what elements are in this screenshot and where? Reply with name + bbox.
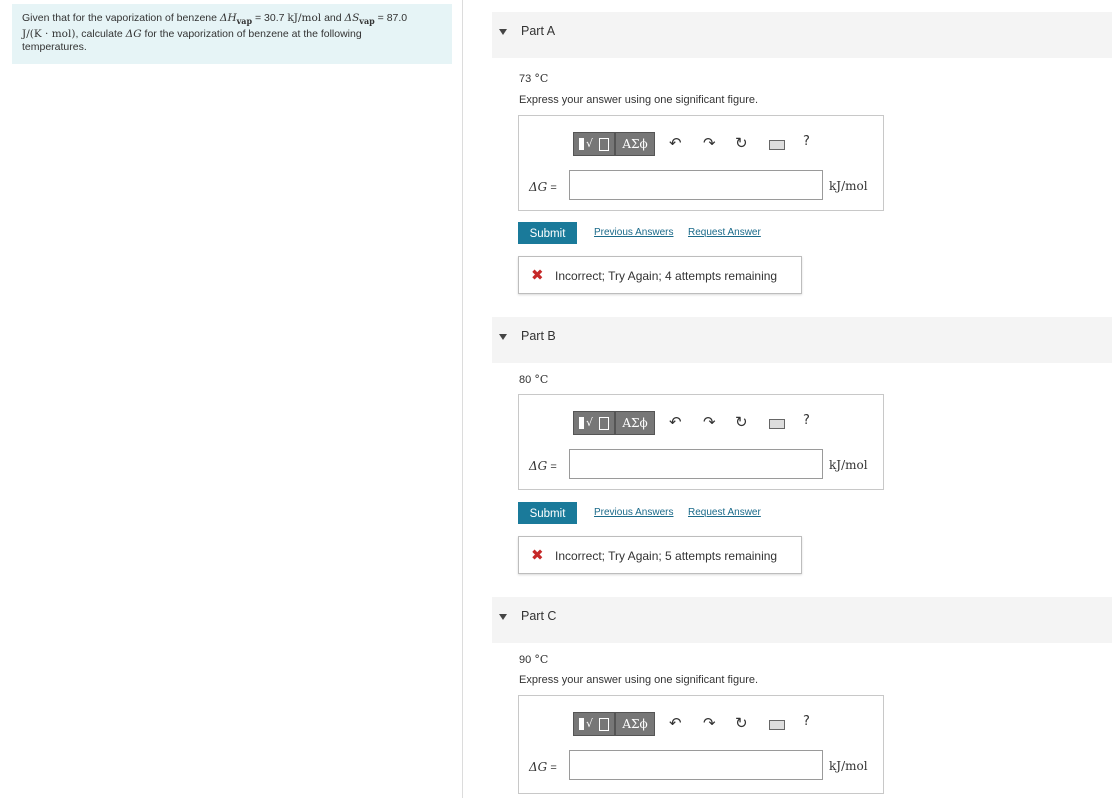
answer-input[interactable] bbox=[569, 449, 823, 479]
undo-icon[interactable]: ↶ bbox=[669, 413, 682, 431]
part-c-label: Part C bbox=[521, 609, 557, 623]
temp-value: 90 bbox=[519, 654, 532, 666]
redo-icon[interactable]: ↷ bbox=[703, 134, 716, 152]
redo-icon[interactable]: ↷ bbox=[703, 413, 716, 431]
templates-button[interactable]: √ bbox=[573, 712, 615, 736]
answer-unit: kJ/mol bbox=[829, 759, 868, 773]
part-c-answer-box: √ ΑΣϕ ↶ ↷ ↻ ? ΔG = kJ/mol bbox=[518, 695, 884, 794]
part-a-instruction: Express your answer using one significan… bbox=[519, 94, 759, 106]
request-answer-link[interactable]: Request Answer bbox=[688, 507, 761, 518]
caret-down-icon[interactable] bbox=[499, 614, 507, 620]
answer-unit: kJ/mol bbox=[829, 179, 868, 193]
problem-statement: Given that for the vaporization of benze… bbox=[12, 4, 452, 64]
part-a-header[interactable]: Part A bbox=[492, 12, 1112, 58]
caret-down-icon[interactable] bbox=[499, 29, 507, 35]
undo-icon[interactable]: ↶ bbox=[669, 714, 682, 732]
undo-icon[interactable]: ↶ bbox=[669, 134, 682, 152]
part-c-temperature: 90 °C bbox=[519, 653, 548, 666]
template-block-icon bbox=[579, 138, 584, 150]
temp-unit: °C bbox=[534, 72, 549, 85]
greek-symbols-button[interactable]: ΑΣϕ bbox=[615, 132, 655, 156]
template-block-icon bbox=[579, 718, 584, 730]
part-c-instruction: Express your answer using one significan… bbox=[519, 674, 759, 686]
radical-icon: √ bbox=[586, 717, 594, 730]
template-box-icon bbox=[599, 417, 609, 430]
help-icon[interactable]: ? bbox=[803, 134, 810, 149]
keyboard-icon[interactable] bbox=[769, 419, 785, 429]
delta-g-symbol: ΔG bbox=[125, 28, 142, 41]
greek-symbols-button[interactable]: ΑΣϕ bbox=[615, 411, 655, 435]
problem-tail-2: temperatures. bbox=[22, 41, 87, 54]
help-icon[interactable]: ? bbox=[803, 413, 810, 428]
part-b-header[interactable]: Part B bbox=[492, 317, 1112, 363]
request-answer-link[interactable]: Request Answer bbox=[688, 227, 761, 238]
radical-icon: √ bbox=[586, 137, 594, 150]
keyboard-icon[interactable] bbox=[769, 720, 785, 730]
temp-value: 73 bbox=[519, 73, 532, 85]
template-box-icon bbox=[599, 718, 609, 731]
delta-g-label: ΔG = bbox=[529, 459, 557, 473]
problem-tail: for the vaporization of benzene at the f… bbox=[141, 28, 362, 41]
equals-sign: = bbox=[547, 762, 557, 774]
part-b-temperature: 80 °C bbox=[519, 373, 548, 386]
reset-icon[interactable]: ↻ bbox=[735, 134, 748, 152]
delta-h-symbol: ΔHvap bbox=[219, 12, 253, 27]
delta-h-sub: vap bbox=[236, 16, 253, 27]
delta-h-text: ΔH bbox=[219, 12, 237, 24]
part-c-header[interactable]: Part C bbox=[492, 597, 1112, 643]
templates-button[interactable]: √ bbox=[573, 411, 615, 435]
delta-g-label: ΔG = bbox=[529, 180, 557, 194]
delta-s-equals: = 87.0 bbox=[374, 12, 408, 24]
delta-s-text: ΔS bbox=[344, 12, 360, 24]
part-b-answer-box: √ ΑΣϕ ↶ ↷ ↻ ? ΔG = kJ/mol bbox=[518, 394, 884, 490]
reset-icon[interactable]: ↻ bbox=[735, 413, 748, 431]
reset-icon[interactable]: ↻ bbox=[735, 714, 748, 732]
delta-g-italic: ΔG bbox=[529, 760, 548, 774]
answer-input[interactable] bbox=[569, 750, 823, 780]
help-icon[interactable]: ? bbox=[803, 714, 810, 729]
delta-g-label: ΔG = bbox=[529, 760, 557, 774]
temp-unit: °C bbox=[534, 653, 549, 666]
incorrect-icon: ✖ bbox=[531, 266, 544, 284]
template-block-icon bbox=[579, 417, 584, 429]
delta-s-unit: J/(K · mol) bbox=[22, 28, 76, 41]
temp-value: 80 bbox=[519, 374, 532, 386]
redo-icon[interactable]: ↷ bbox=[703, 714, 716, 732]
greek-symbols-button[interactable]: ΑΣϕ bbox=[615, 712, 655, 736]
caret-down-icon[interactable] bbox=[499, 334, 507, 340]
and-text: and bbox=[321, 12, 345, 24]
answer-input[interactable] bbox=[569, 170, 823, 200]
part-b-label: Part B bbox=[521, 329, 556, 343]
feedback-message: Incorrect; Try Again; 5 attempts remaini… bbox=[555, 549, 778, 563]
delta-s-symbol: ΔSvap bbox=[344, 12, 375, 27]
submit-button[interactable]: Submit bbox=[518, 502, 577, 524]
delta-g-italic: ΔG bbox=[529, 459, 548, 473]
problem-intro: Given that for the vaporization of benze… bbox=[22, 12, 217, 24]
answer-unit: kJ/mol bbox=[829, 458, 868, 472]
previous-answers-link[interactable]: Previous Answers bbox=[594, 227, 673, 238]
delta-h-unit: kJ/mol bbox=[287, 12, 322, 24]
templates-button[interactable]: √ bbox=[573, 132, 615, 156]
submit-button[interactable]: Submit bbox=[518, 222, 577, 244]
part-a-temperature: 73 °C bbox=[519, 72, 548, 85]
radical-icon: √ bbox=[586, 416, 594, 429]
keyboard-icon[interactable] bbox=[769, 140, 785, 150]
incorrect-icon: ✖ bbox=[531, 546, 544, 564]
calculate-text: , calculate bbox=[75, 28, 126, 41]
template-box-icon bbox=[599, 138, 609, 151]
temp-unit: °C bbox=[534, 373, 549, 386]
part-a-label: Part A bbox=[521, 24, 556, 38]
previous-answers-link[interactable]: Previous Answers bbox=[594, 507, 673, 518]
column-divider bbox=[462, 0, 463, 798]
part-b-feedback: ✖ Incorrect; Try Again; 5 attempts remai… bbox=[518, 536, 802, 574]
feedback-message: Incorrect; Try Again; 4 attempts remaini… bbox=[555, 269, 778, 283]
equals-sign: = bbox=[547, 182, 557, 194]
delta-h-equals: = 30.7 bbox=[252, 12, 288, 24]
part-a-feedback: ✖ Incorrect; Try Again; 4 attempts remai… bbox=[518, 256, 802, 294]
delta-s-sub: vap bbox=[359, 16, 375, 27]
part-a-answer-box: √ ΑΣϕ ↶ ↷ ↻ ? ΔG = kJ/mol bbox=[518, 115, 884, 211]
delta-g-italic: ΔG bbox=[529, 180, 548, 194]
equals-sign: = bbox=[547, 461, 557, 473]
